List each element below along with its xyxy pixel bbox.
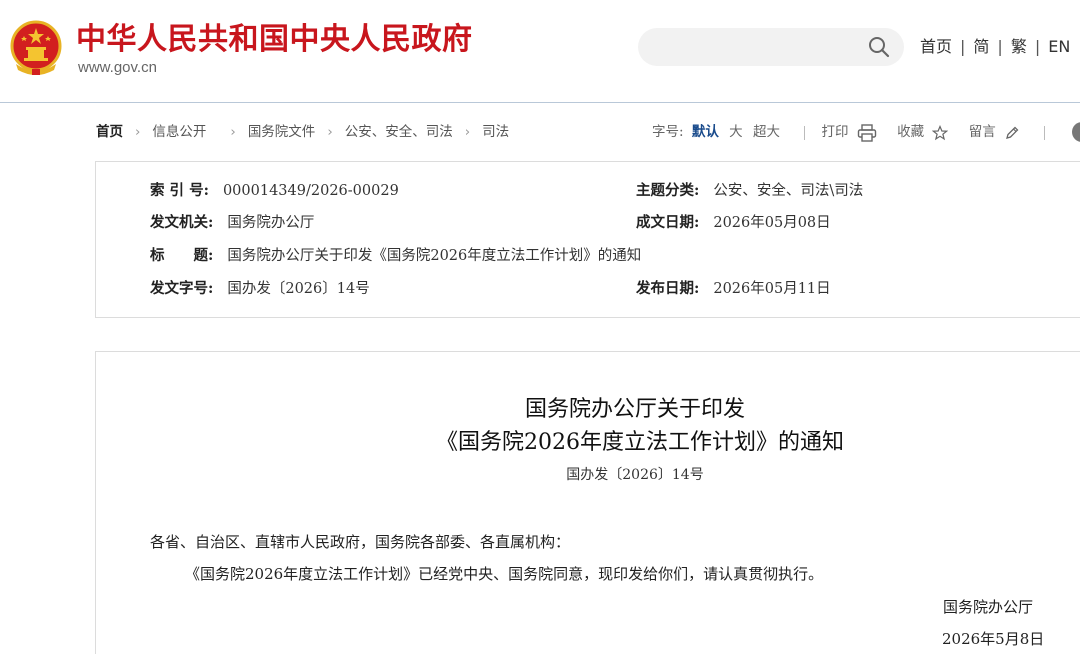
- breadcrumb-public-security[interactable]: 公安、安全、司法: [345, 124, 453, 140]
- comment-label: 留言: [968, 124, 996, 140]
- site-domain: www.gov.cn: [78, 59, 157, 76]
- meta-topic: 主题分类: 公安、安全、司法\司法: [636, 182, 864, 199]
- chevron-right-icon: ›: [230, 124, 236, 140]
- meta-written-date: 成文日期: 2026年05月08日: [636, 214, 831, 231]
- print-button[interactable]: 打印: [821, 123, 882, 142]
- print-label: 打印: [821, 124, 849, 140]
- breadcrumb-state-council-docs[interactable]: 国务院文件: [248, 124, 316, 140]
- meta-published-date: 发布日期: 2026年05月11日: [636, 280, 831, 297]
- meta-title: 标 题: 国务院办公厅关于印发《国务院2026年度立法工作计划》的通知: [150, 247, 642, 264]
- document-date: 2026年5月8日: [942, 630, 1045, 648]
- favorite-button[interactable]: 收藏: [897, 124, 953, 140]
- favorite-label: 收藏: [897, 124, 925, 140]
- chevron-right-icon: ›: [464, 124, 471, 140]
- header-divider: [0, 102, 1080, 103]
- document-title-line1: 国务院办公厅关于印发: [524, 397, 745, 422]
- document-number: 国办发〔2026〕14号: [566, 467, 704, 483]
- document-body-text: 《国务院2026年度立法工作计划》已经党中央、国务院同意，现印发给你们，请认真贯…: [185, 565, 824, 583]
- nav-traditional-link[interactable]: 繁: [1011, 37, 1027, 56]
- share-button[interactable]: [1072, 122, 1080, 142]
- site-header: 中华人民共和国中央人民政府 www.gov.cn 首页 | 简 | 繁 | EN: [0, 0, 1080, 102]
- article-tools: 字号: 默认 大 超大 打印 收藏 留言: [652, 122, 1057, 142]
- comment-button[interactable]: 留言: [969, 124, 1025, 140]
- breadcrumb-judiciary[interactable]: 司法: [482, 124, 509, 140]
- tool-divider: [804, 125, 806, 140]
- font-size-large[interactable]: 大: [729, 124, 743, 140]
- site-name[interactable]: 中华人民共和国中央人民政府: [76, 22, 473, 58]
- nav-simplified-link[interactable]: 简: [973, 37, 989, 56]
- meta-index-number: 索 引 号: 000014349/2026-00029: [150, 182, 399, 199]
- nav-home-link[interactable]: 首页: [920, 37, 952, 56]
- breadcrumb: 首页 › 信息公开 › 国务院文件 › 公安、安全、司法 › 司法: [96, 122, 509, 142]
- language-nav: 首页 | 简 | 繁 | EN: [920, 37, 1071, 56]
- document-signature: 国务院办公厅: [943, 598, 1034, 616]
- font-size-xlarge[interactable]: 超大: [753, 124, 780, 140]
- search-input[interactable]: [638, 28, 904, 66]
- document-salutation: 各省、自治区、直辖市人民政府，国务院各部委、各直属机构：: [150, 533, 571, 551]
- printer-icon: [857, 123, 877, 142]
- tool-divider: [1044, 125, 1046, 140]
- breadcrumb-info-public[interactable]: 信息公开: [152, 124, 206, 140]
- font-size-label: 字号:: [652, 124, 684, 140]
- star-icon: [932, 124, 949, 140]
- national-emblem-icon[interactable]: [10, 20, 62, 78]
- search-icon[interactable]: [868, 36, 890, 58]
- pencil-icon: [1006, 126, 1019, 139]
- chevron-right-icon: ›: [327, 124, 333, 140]
- breadcrumb-home[interactable]: 首页: [96, 124, 123, 140]
- document-title-line2: 《国务院2026年度立法工作计划》的通知: [436, 430, 844, 455]
- meta-issuer: 发文机关: 国务院办公厅: [150, 214, 315, 231]
- font-size-default[interactable]: 默认: [692, 124, 719, 140]
- chevron-right-icon: ›: [135, 124, 141, 140]
- nav-english-link[interactable]: EN: [1048, 37, 1070, 56]
- meta-document-number: 发文字号: 国办发〔2026〕14号: [150, 280, 370, 297]
